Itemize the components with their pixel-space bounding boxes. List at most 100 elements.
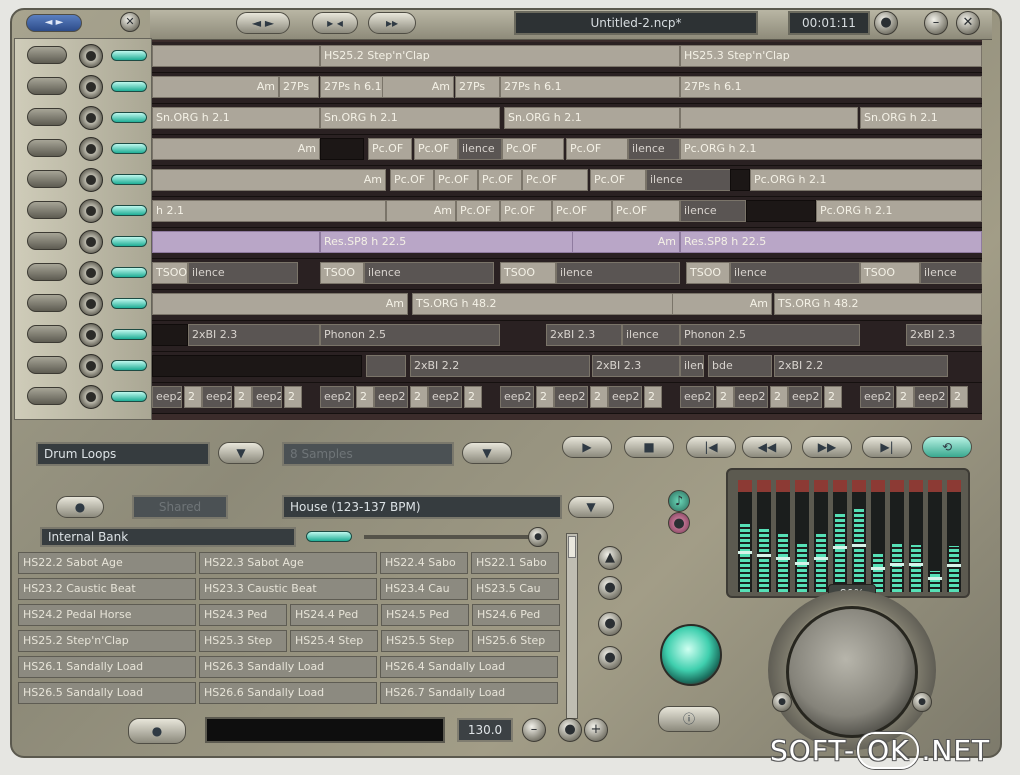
track-toggle[interactable]: [27, 325, 67, 343]
track-led[interactable]: [111, 50, 147, 61]
track-led[interactable]: [111, 143, 147, 154]
bpm-up-button[interactable]: +: [584, 718, 608, 742]
bank-slider[interactable]: [364, 535, 544, 539]
loop-clip[interactable]: Pc.ORG h 2.1: [816, 200, 982, 222]
track-knob[interactable]: [79, 354, 103, 378]
loop-clip[interactable]: Sn.ORG h 2.1: [860, 107, 982, 129]
track-led[interactable]: [111, 205, 147, 216]
track-led[interactable]: [111, 81, 147, 92]
loop-clip[interactable]: [730, 169, 750, 191]
loop-clip[interactable]: 2xBI 2.3: [906, 324, 982, 346]
play-button[interactable]: ▶: [562, 436, 612, 458]
loop-clip[interactable]: eep2: [680, 386, 714, 408]
loop-clip[interactable]: 27Ps: [279, 76, 319, 98]
loop-clip[interactable]: TSOO: [152, 262, 188, 284]
loop-clip[interactable]: Pc.OF: [566, 138, 628, 160]
track-led[interactable]: [111, 391, 147, 402]
loop-clip[interactable]: Phonon 2.5: [320, 324, 500, 346]
track-led[interactable]: [111, 298, 147, 309]
sample-item[interactable]: HS25.3 Step: [199, 630, 287, 652]
loop-clip[interactable]: Pc.OF: [590, 169, 646, 191]
track-knob[interactable]: [79, 292, 103, 316]
loop-clip[interactable]: Pc.OF: [522, 169, 588, 191]
loop-clip[interactable]: eep2: [428, 386, 462, 408]
minimize-icon[interactable]: –: [924, 11, 948, 35]
sample-item[interactable]: HS22.4 Sabo: [380, 552, 468, 574]
loop-clip[interactable]: Am: [672, 293, 772, 315]
stop-button[interactable]: ■: [624, 436, 674, 458]
track-knob[interactable]: [79, 323, 103, 347]
loop-clip[interactable]: 2: [950, 386, 968, 408]
loop-clip[interactable]: eep2: [202, 386, 232, 408]
side-button-2[interactable]: ●: [598, 612, 622, 636]
track-led[interactable]: [111, 360, 147, 371]
loop-clip[interactable]: Am: [386, 200, 456, 222]
loop-clip[interactable]: 2: [234, 386, 252, 408]
track-toggle[interactable]: [27, 263, 67, 281]
loop-clip[interactable]: 2: [464, 386, 482, 408]
sample-item[interactable]: HS24.6 Ped: [472, 604, 560, 626]
loop-clip[interactable]: 2: [824, 386, 842, 408]
loop-clip[interactable]: 2: [184, 386, 202, 408]
bank-led[interactable]: [306, 531, 352, 542]
sample-item[interactable]: HS26.7 Sandally Load: [380, 682, 558, 704]
browser-back-button[interactable]: ●: [56, 496, 104, 518]
loop-clip[interactable]: TSOO: [500, 262, 556, 284]
loop-clip[interactable]: [320, 138, 364, 160]
forward-end-button[interactable]: ▶|: [862, 436, 912, 458]
loop-clip[interactable]: 2: [896, 386, 914, 408]
loop-button[interactable]: ⟲: [922, 436, 972, 458]
sample-list-scrollbar[interactable]: [566, 533, 578, 719]
loop-clip[interactable]: Sn.ORG h 2.1: [504, 107, 680, 129]
samples-dropdown-arrow[interactable]: ▼: [462, 442, 512, 464]
side-button-1[interactable]: ●: [598, 576, 622, 600]
loop-clip[interactable]: Am: [152, 76, 279, 98]
track-knob[interactable]: [79, 137, 103, 161]
loop-clip[interactable]: eep2: [500, 386, 534, 408]
track-led[interactable]: [111, 329, 147, 340]
sample-item[interactable]: HS25.4 Step: [290, 630, 378, 652]
loop-clip[interactable]: 27Ps h 6.1: [680, 76, 982, 98]
loop-clip[interactable]: TSOO: [686, 262, 730, 284]
loop-clip[interactable]: ilence: [680, 355, 704, 377]
sample-item[interactable]: HS24.4 Ped: [290, 604, 378, 626]
sample-item[interactable]: HS22.2 Sabot Age: [18, 552, 196, 574]
track-knob[interactable]: [79, 44, 103, 68]
sample-item[interactable]: HS23.3 Caustic Beat: [199, 578, 377, 600]
track-knob[interactable]: [79, 385, 103, 409]
loop-clip[interactable]: ilence: [556, 262, 680, 284]
loop-clip[interactable]: Pc.OF: [414, 138, 458, 160]
loop-clip[interactable]: ilence: [188, 262, 298, 284]
sample-item[interactable]: HS26.4 Sandally Load: [380, 656, 558, 678]
loop-clip[interactable]: HS25.2 Step'n'Clap: [320, 45, 680, 67]
track-led[interactable]: [111, 174, 147, 185]
left-knob-button[interactable]: ●: [772, 692, 792, 712]
track-knob[interactable]: [79, 168, 103, 192]
loop-clip[interactable]: [152, 231, 320, 253]
loop-clip[interactable]: 2: [644, 386, 662, 408]
track-knob[interactable]: [79, 75, 103, 99]
loop-clip[interactable]: Pc.OF: [390, 169, 434, 191]
sample-item[interactable]: HS24.3 Ped: [199, 604, 287, 626]
toolbar-button-2[interactable]: ▸ ◂: [312, 12, 358, 34]
forward-button[interactable]: ▶▶: [802, 436, 852, 458]
loop-clip[interactable]: Pc.OF: [612, 200, 680, 222]
sample-item[interactable]: HS25.2 Step'n'Clap: [18, 630, 196, 652]
sample-item[interactable]: HS24.5 Ped: [381, 604, 469, 626]
loop-clip[interactable]: 2xBI 2.3: [546, 324, 622, 346]
nav-arrows-button[interactable]: ◄ ►: [26, 14, 82, 32]
track-toggle[interactable]: [27, 387, 67, 405]
main-play-button[interactable]: [660, 624, 722, 686]
track-knob[interactable]: [79, 230, 103, 254]
loop-clip[interactable]: Am: [152, 293, 408, 315]
loop-clip[interactable]: Pc.ORG h 2.1: [680, 138, 982, 160]
loop-clip[interactable]: ilence: [730, 262, 860, 284]
loop-clip[interactable]: Pc.OF: [478, 169, 522, 191]
loop-clip[interactable]: ilence: [680, 200, 746, 222]
loop-clip[interactable]: Pc.OF: [500, 200, 552, 222]
loop-clip[interactable]: [366, 355, 406, 377]
volume-knob[interactable]: [786, 606, 918, 738]
loop-clip[interactable]: Pc.OF: [434, 169, 478, 191]
loop-clip[interactable]: eep2: [374, 386, 408, 408]
loop-clip[interactable]: HS25.3 Step'n'Clap: [680, 45, 982, 67]
